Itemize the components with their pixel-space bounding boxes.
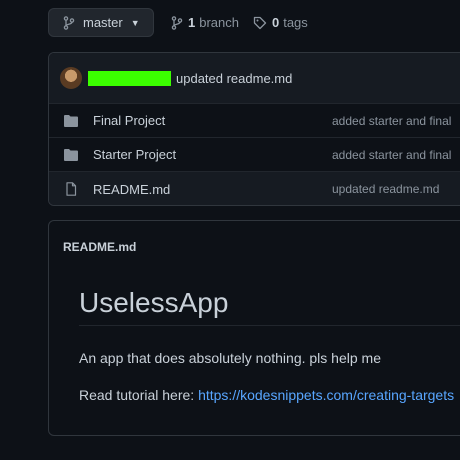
commit-message[interactable]: updated readme.md	[176, 71, 292, 86]
list-item[interactable]: README.md updated readme.md	[49, 172, 460, 205]
list-item[interactable]: Starter Project added starter and final	[49, 138, 460, 172]
file-name[interactable]: Final Project	[93, 113, 165, 128]
tag-count: 0	[271, 15, 280, 30]
folder-icon	[64, 149, 78, 161]
tutorial-link[interactable]: https://kodesnippets.com/creating-target…	[198, 387, 454, 403]
file-commit-message[interactable]: updated readme.md	[332, 182, 439, 196]
redacted-author-name	[88, 70, 171, 86]
file-commit-message[interactable]: added starter and final	[332, 114, 451, 128]
branch-name: master	[83, 15, 123, 30]
readme-header: README.md	[63, 240, 137, 254]
repo-meta-links: 1 branch 0 tags	[171, 15, 322, 30]
file-name[interactable]: README.md	[93, 182, 170, 197]
branch-icon	[63, 15, 75, 30]
file-commit-message[interactable]: added starter and final	[332, 148, 451, 162]
file-browser: updated readme.md Final Project added st…	[48, 52, 460, 206]
branch-icon	[171, 15, 183, 30]
file-name[interactable]: Starter Project	[93, 147, 176, 162]
tags-link[interactable]: 0 tags	[253, 15, 308, 30]
readme-panel: README.md UselessApp An app that does ab…	[48, 220, 460, 436]
branch-select-button[interactable]: master ▼	[48, 8, 154, 37]
latest-commit-row: updated readme.md	[49, 53, 460, 104]
tutorial-prefix: Read tutorial here:	[79, 387, 199, 403]
file-icon	[66, 182, 77, 196]
branch-label: branch	[199, 15, 239, 30]
readme-tutorial-line: Read tutorial here: https://kodesnippets…	[79, 387, 454, 403]
readme-title: UselessApp	[79, 287, 460, 326]
chevron-down-icon: ▼	[130, 17, 140, 28]
avatar[interactable]	[60, 67, 82, 89]
folder-icon	[64, 115, 78, 127]
readme-description: An app that does absolutely nothing. pls…	[79, 350, 381, 366]
tag-icon	[253, 16, 267, 29]
list-item[interactable]: Final Project added starter and final	[49, 104, 460, 138]
branches-link[interactable]: 1 branch	[171, 15, 239, 30]
branch-count: 1	[188, 15, 196, 30]
tag-label: tags	[283, 15, 308, 30]
